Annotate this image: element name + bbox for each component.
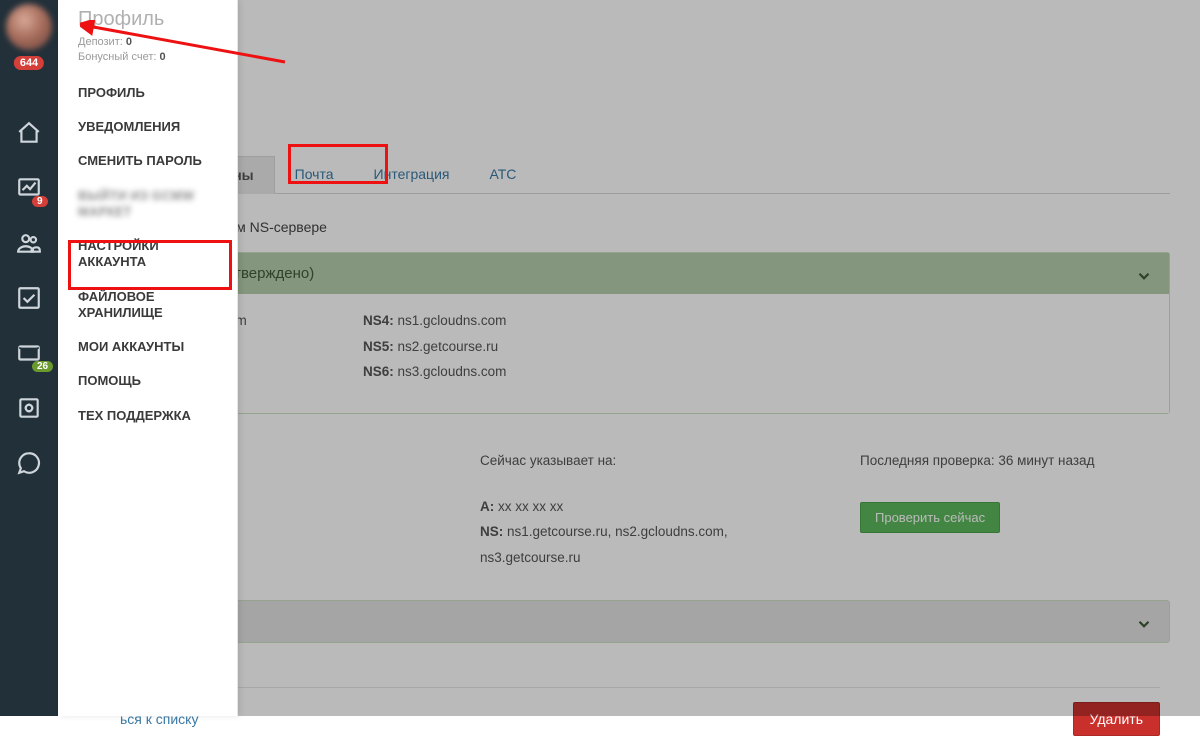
menu-file-storage[interactable]: ФАЙЛОВОЕ ХРАНИЛИЩЕ bbox=[58, 280, 237, 331]
badge-count: 644 bbox=[14, 56, 44, 70]
ns-mode-row: rse ★ На своём NS-сервере bbox=[106, 212, 1170, 252]
rail-badge-top: 644 bbox=[0, 50, 58, 105]
deposit-row: Депозит: 0 bbox=[58, 35, 237, 50]
menu-help[interactable]: ПОМОЩЬ bbox=[58, 364, 237, 398]
rail-nav-chat[interactable] bbox=[0, 435, 58, 490]
menu-change-password[interactable]: СМЕНИТЬ ПАРОЛЬ bbox=[58, 144, 237, 178]
badge-count: 26 bbox=[32, 361, 53, 372]
safe-icon bbox=[16, 395, 42, 421]
check-now-button[interactable]: Проверить сейчас bbox=[860, 502, 1000, 533]
tab-integration[interactable]: Интеграция bbox=[354, 156, 470, 193]
dns-records-accordion: S-записей bbox=[106, 600, 1170, 643]
accordion-header[interactable]: S-записей bbox=[107, 601, 1169, 642]
accordion-body: NS1 zz zz zz zz zzm NS4: ns1.gcloudns.co… bbox=[107, 294, 1169, 413]
rail-nav-reports[interactable]: 9 bbox=[0, 160, 58, 215]
page-title: аккаунта bbox=[106, 112, 1170, 146]
badge-count: 9 bbox=[32, 196, 48, 207]
domain-status-row: XXX X.XX.PU Сейчас указывает на: A: xx x… bbox=[106, 430, 1170, 601]
tabs-bar: ойки Домены Почта Интеграция АТС bbox=[106, 156, 1170, 194]
chat-c-icon bbox=[16, 450, 42, 476]
rail-nav-safe[interactable] bbox=[0, 380, 58, 435]
bonus-row: Бонусный счет: 0 bbox=[58, 50, 237, 65]
tab-mail[interactable]: Почта bbox=[275, 156, 354, 193]
ns-servers-accordion: ров (статус: подтверждено) NS1 zz zz zz … bbox=[106, 252, 1170, 414]
rail-nav-tasks[interactable] bbox=[0, 270, 58, 325]
left-rail: 644 9 26 bbox=[0, 0, 58, 716]
menu-notifications[interactable]: УВЕДОМЛЕНИЯ bbox=[58, 110, 237, 144]
avatar[interactable] bbox=[6, 4, 52, 50]
users-icon bbox=[16, 230, 42, 256]
checkbox-icon bbox=[16, 285, 42, 311]
menu-tech-support[interactable]: ТЕХ ПОДДЕРЖКА bbox=[58, 399, 237, 433]
separator bbox=[120, 687, 1160, 688]
chevron-down-icon bbox=[1135, 615, 1153, 637]
house-icon bbox=[16, 120, 42, 146]
menu-account-settings[interactable]: НАСТРОЙКИ АККАУНТА bbox=[58, 229, 237, 280]
panel-menu: ПРОФИЛЬ УВЕДОМЛЕНИЯ СМЕНИТЬ ПАРОЛЬ ВЫЙТИ… bbox=[58, 76, 237, 433]
current-pointing: Сейчас указывает на: A: xx xx xx xx NS: … bbox=[480, 448, 820, 571]
tab-ats[interactable]: АТС bbox=[469, 156, 536, 193]
bottom-actions: ься к списку Удалить bbox=[106, 702, 1170, 746]
menu-profile[interactable]: ПРОФИЛЬ bbox=[58, 76, 237, 110]
accordion-header[interactable]: ров (статус: подтверждено) bbox=[107, 253, 1169, 294]
delete-button[interactable]: Удалить bbox=[1073, 702, 1160, 736]
profile-panel: Профиль Депозит: 0 Бонусный счет: 0 ПРОФ… bbox=[58, 0, 238, 716]
ns-right-col: NS4: ns1.gcloudns.com NS5: ns2.getcourse… bbox=[363, 308, 1153, 385]
last-check: Последняя проверка: 36 минут назад Прове… bbox=[860, 448, 1160, 571]
panel-title: Профиль bbox=[58, 0, 237, 35]
menu-logout-market[interactable]: ВЫЙТИ ИЗ GCMW МАРКЕТ bbox=[58, 179, 237, 230]
menu-my-accounts[interactable]: МОИ АККАУНТЫ bbox=[58, 330, 237, 364]
rail-nav-mail[interactable]: 26 bbox=[0, 325, 58, 380]
chevron-down-icon bbox=[1135, 267, 1153, 289]
rail-nav-home[interactable] bbox=[0, 105, 58, 160]
rail-nav-users[interactable] bbox=[0, 215, 58, 270]
